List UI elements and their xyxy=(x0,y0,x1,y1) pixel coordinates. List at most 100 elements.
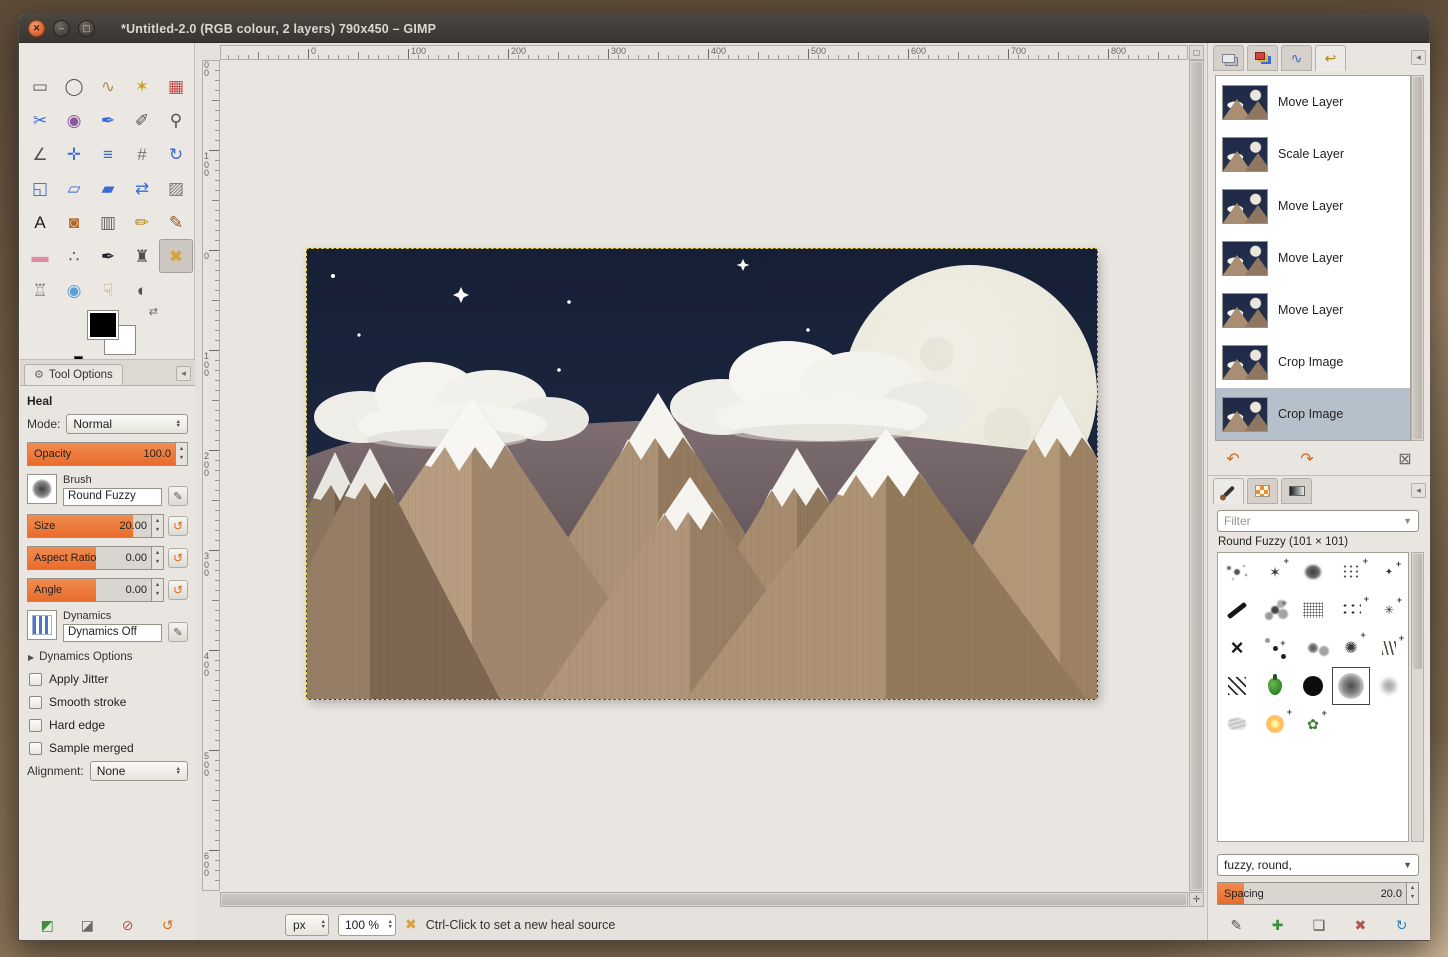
x-cross-brush[interactable]: × xyxy=(1218,629,1256,667)
layers-tab[interactable] xyxy=(1213,45,1244,71)
paintbrush-tool[interactable]: ✎ xyxy=(159,205,193,239)
smudge-brush[interactable] xyxy=(1218,705,1256,743)
align-tool[interactable]: ≡ xyxy=(91,137,125,171)
checkbox-row[interactable]: Smooth stroke xyxy=(29,695,186,709)
swap-colors-icon[interactable]: ⇄ xyxy=(149,305,158,318)
delete-tool-options-button[interactable]: ⊘ xyxy=(115,913,141,937)
brushes-tab[interactable] xyxy=(1213,478,1244,504)
reset-aspect-ratio-button[interactable]: ↺ xyxy=(168,548,188,568)
dynamics-preview[interactable] xyxy=(27,610,57,640)
sparks-brush[interactable]: ✶ xyxy=(1256,553,1294,591)
sparkle-brush[interactable]: ✦ xyxy=(1370,553,1408,591)
noise-brush[interactable] xyxy=(1294,591,1332,629)
edit-brush-button[interactable]: ✎ xyxy=(1223,913,1249,937)
zoom-tool[interactable]: ⚲ xyxy=(159,103,193,137)
close-button[interactable]: ✕ xyxy=(28,20,45,37)
reset-size-button[interactable]: ↺ xyxy=(168,516,188,536)
duplicate-brush-button[interactable]: ❏ xyxy=(1306,913,1332,937)
alignment-select[interactable]: None ▲▼ xyxy=(90,761,188,781)
splat-brush[interactable]: ✺ xyxy=(1332,629,1370,667)
select-by-color-tool[interactable]: ▦ xyxy=(159,69,193,103)
brush-preview[interactable] xyxy=(27,474,57,504)
channels-tab[interactable] xyxy=(1247,45,1278,71)
opacity-slider[interactable]: Opacity 100.0 ▲▼ xyxy=(27,442,188,466)
mode-select[interactable]: Normal ▲▼ xyxy=(66,414,188,434)
shear-tool[interactable]: ▱ xyxy=(57,171,91,205)
round-fuzzy-brush[interactable] xyxy=(1332,667,1370,705)
delete-brush-button[interactable]: ✖ xyxy=(1347,913,1373,937)
dock-menu-button[interactable]: ◂ xyxy=(1411,50,1426,65)
undo-history-row[interactable]: Crop Image xyxy=(1216,388,1410,440)
undo-history-row[interactable]: Move Layer xyxy=(1216,76,1410,128)
size-slider[interactable]: Size 20.00 ▲▼ xyxy=(27,514,164,538)
checkbox-row[interactable]: Apply Jitter xyxy=(29,672,186,686)
new-brush-button[interactable]: ✚ xyxy=(1265,913,1291,937)
perspective-clone-tool[interactable]: ♖ xyxy=(23,273,57,307)
vine-brush[interactable]: ✿ xyxy=(1294,705,1332,743)
edit-brush-button[interactable]: ✎ xyxy=(168,486,188,506)
checkbox-unchecked[interactable] xyxy=(29,742,42,755)
horizontal-scrollbar[interactable] xyxy=(220,892,1188,907)
pencil-tool[interactable]: ✏ xyxy=(125,205,159,239)
scatter-dots-brush[interactable] xyxy=(1332,591,1370,629)
panel-menu-button[interactable]: ◂ xyxy=(176,366,191,381)
refresh-brushes-button[interactable]: ↻ xyxy=(1389,913,1415,937)
zoom-level-input[interactable]: 100 % ▲▼ xyxy=(338,914,396,936)
grass-brush[interactable] xyxy=(1370,629,1408,667)
circle-brush[interactable] xyxy=(1294,667,1332,705)
paths-tool[interactable]: ✒ xyxy=(91,103,125,137)
brush-name-field[interactable]: Round Fuzzy xyxy=(63,488,162,506)
tab-tool-options[interactable]: ⚙ Tool Options xyxy=(24,364,123,385)
ellipse-select-tool[interactable]: ◯ xyxy=(57,69,91,103)
clone-tool[interactable]: ♜ xyxy=(125,239,159,273)
checkbox-row[interactable]: Hard edge xyxy=(29,718,186,732)
measure-tool[interactable]: ∠ xyxy=(23,137,57,171)
dynamics-options-expander[interactable]: ▶ Dynamics Options xyxy=(28,651,187,663)
patterns-tab[interactable] xyxy=(1247,478,1278,504)
splatter-brush[interactable] xyxy=(1218,553,1256,591)
blend-tool[interactable]: ▥ xyxy=(91,205,125,239)
checkbox-unchecked[interactable] xyxy=(29,673,42,686)
color-picker-tool[interactable]: ✐ xyxy=(125,103,159,137)
dodge-burn-tool[interactable]: ◐ xyxy=(125,273,159,307)
undo-history-tab[interactable]: ↩ xyxy=(1315,45,1346,71)
dots-line-brush[interactable] xyxy=(1256,629,1294,667)
maximize-button[interactable]: ▢ xyxy=(78,20,95,37)
perspective-tool[interactable]: ▰ xyxy=(91,171,125,205)
checkbox-unchecked[interactable] xyxy=(29,696,42,709)
foreground-color-swatch[interactable] xyxy=(88,311,118,339)
paths-tab[interactable]: ∿ xyxy=(1281,45,1312,71)
rotate-tool[interactable]: ↻ xyxy=(159,137,193,171)
redo-button[interactable]: ↷ xyxy=(1294,447,1320,471)
spinner-icon[interactable]: ▲▼ xyxy=(151,515,163,537)
undo-history-row[interactable]: Move Layer xyxy=(1216,284,1410,336)
smoke-brush[interactable] xyxy=(1370,667,1408,705)
smudge-tool[interactable]: ☟ xyxy=(91,273,125,307)
crop-tool[interactable]: # xyxy=(125,137,159,171)
scale-tool[interactable]: ◱ xyxy=(23,171,57,205)
charcoal-blob-brush[interactable] xyxy=(1294,553,1332,591)
clear-history-button[interactable]: ⊠ xyxy=(1392,447,1418,471)
bucket-fill-tool[interactable]: ◙ xyxy=(57,205,91,239)
rectangle-select-tool[interactable]: ▭ xyxy=(23,69,57,103)
undo-history-row[interactable]: Move Layer xyxy=(1216,232,1410,284)
cage-transform-tool[interactable]: ▨ xyxy=(159,171,193,205)
gradients-tab[interactable] xyxy=(1281,478,1312,504)
undo-list-scrollbar[interactable] xyxy=(1411,75,1424,441)
restore-tool-options-button[interactable]: ◪ xyxy=(74,913,100,937)
checkbox-unchecked[interactable] xyxy=(29,719,42,732)
checkbox-row[interactable]: Sample merged xyxy=(29,741,186,755)
vertical-ruler[interactable]: 2001000100200300400500600 xyxy=(202,60,220,891)
aspect-ratio-slider[interactable]: Aspect Ratio 0.00 ▲▼ xyxy=(27,546,164,570)
spinner-icon[interactable]: ▲▼ xyxy=(151,547,163,569)
reset-angle-button[interactable]: ↺ xyxy=(168,580,188,600)
edit-dynamics-button[interactable]: ✎ xyxy=(168,622,188,642)
heal-tool[interactable]: ✖ xyxy=(159,239,193,273)
minimize-button[interactable]: – xyxy=(53,20,70,37)
undo-history-row[interactable]: Crop Image xyxy=(1216,336,1410,388)
fuzzy-select-tool[interactable]: ✶ xyxy=(125,69,159,103)
vertical-scrollbar[interactable] xyxy=(1189,60,1204,891)
save-tool-options-button[interactable]: ◩ xyxy=(34,913,60,937)
dock-menu-button[interactable]: ◂ xyxy=(1411,483,1426,498)
titlebar[interactable]: ✕ – ▢ *Untitled-2.0 (RGB colour, 2 layer… xyxy=(19,15,1429,43)
